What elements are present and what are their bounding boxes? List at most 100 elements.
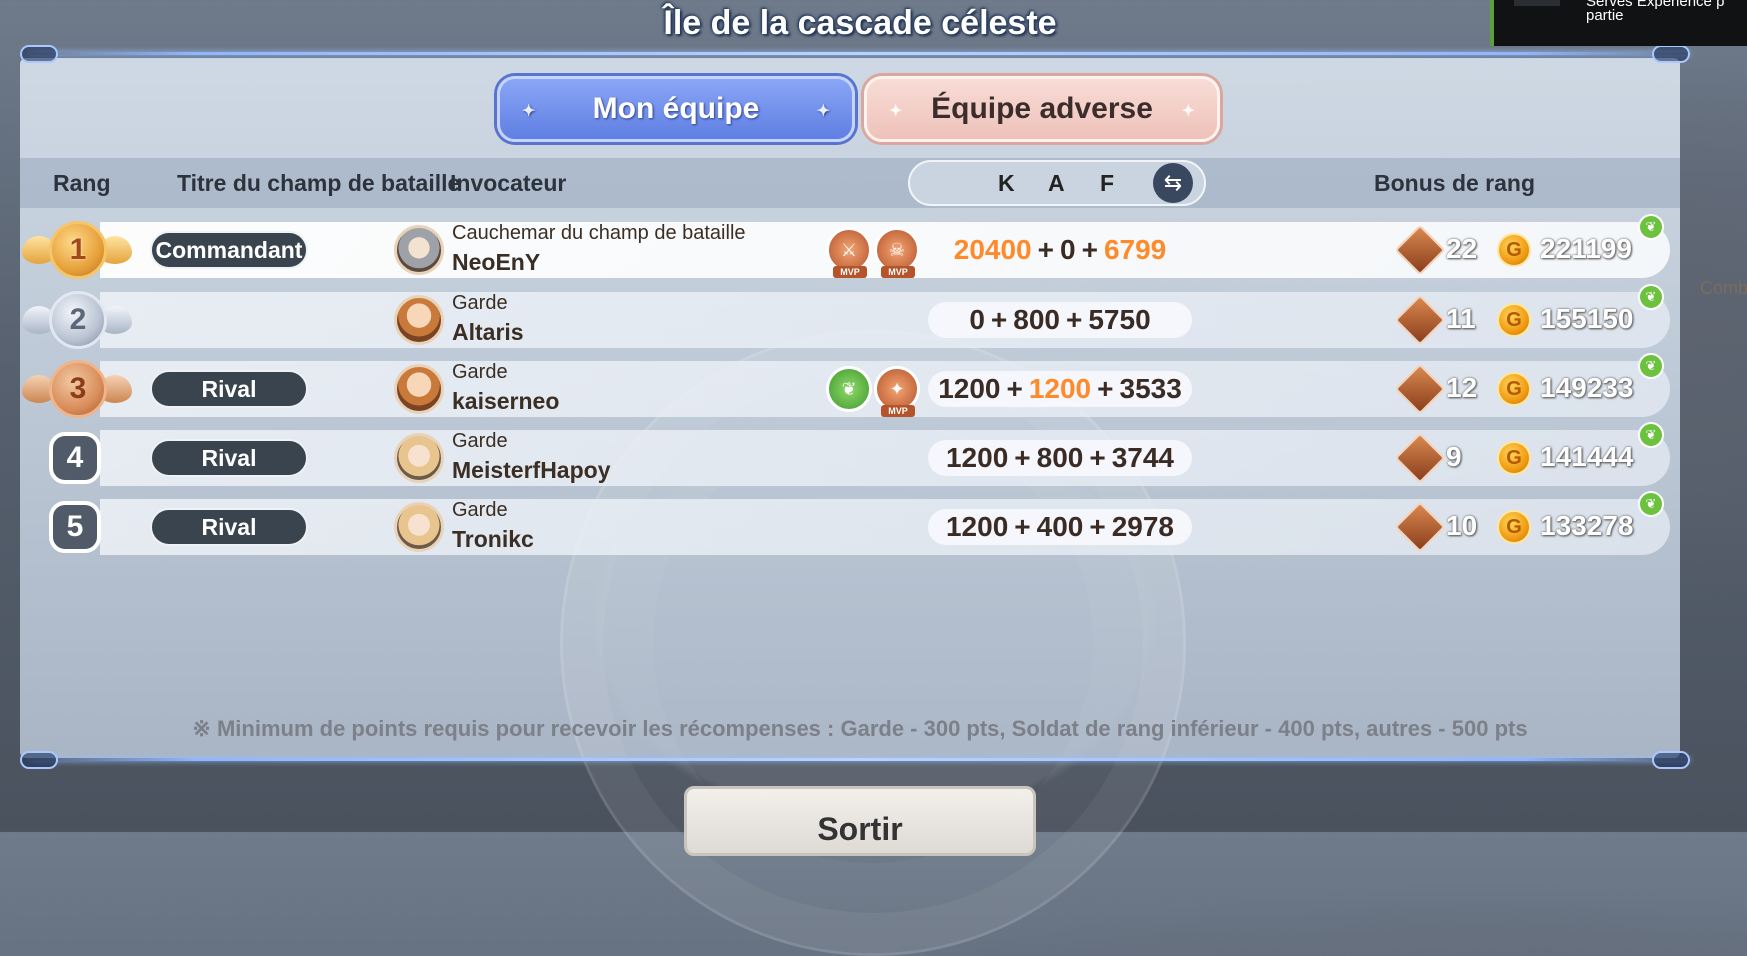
score-k: 1200 bbox=[945, 442, 1009, 473]
leaf-icon: ❦ bbox=[1638, 422, 1664, 448]
mvp-medal-icon: ⚔ MVP bbox=[826, 227, 872, 278]
rank-badge-icon: 4 bbox=[49, 432, 101, 484]
plus-sign: + bbox=[1014, 442, 1031, 473]
tab-enemy-team-label: Équipe adverse bbox=[931, 92, 1153, 125]
notification-line-2: partie bbox=[1586, 7, 1624, 24]
mvp-label: MVP bbox=[881, 266, 915, 278]
header-k: K bbox=[998, 170, 1015, 196]
leaf-icon: ❦ bbox=[1638, 284, 1664, 310]
header-f: F bbox=[1100, 170, 1115, 196]
header-rank-bonus: Bonus de rang bbox=[1374, 170, 1536, 196]
plus-sign: + bbox=[1037, 234, 1054, 265]
leaf-icon: ❦ bbox=[1638, 214, 1664, 240]
swap-icon[interactable]: ⇆ bbox=[1153, 163, 1193, 203]
mvp-label: MVP bbox=[833, 266, 867, 278]
score-k: 1200 bbox=[938, 373, 1001, 404]
rank-badge-icon: 5 bbox=[49, 501, 101, 553]
coin-count: 133278 bbox=[1540, 510, 1634, 541]
plus-sign: + bbox=[1014, 511, 1031, 542]
crystal-count: 12 bbox=[1446, 372, 1478, 403]
mvp-medal-icon: ☠ MVP bbox=[874, 227, 920, 278]
sparkle-icon: ✦ bbox=[889, 103, 903, 120]
magic-circle-decoration bbox=[560, 330, 1186, 956]
header-rank: Rang bbox=[53, 170, 111, 196]
coin-count: 221199 bbox=[1540, 233, 1632, 264]
rewards-footnote: ※ Minimum de points requis pour recevoir… bbox=[192, 716, 1528, 741]
player-name: kaiserneo bbox=[452, 388, 560, 414]
score-k: 0 bbox=[969, 304, 985, 335]
battle-title-badge: Rival bbox=[150, 508, 308, 546]
gold-coin-icon: G bbox=[1497, 372, 1531, 406]
score-k: 20400 bbox=[953, 234, 1032, 265]
page-title: Île de la cascade céleste bbox=[663, 4, 1057, 42]
leaf-icon: ❦ bbox=[1638, 491, 1664, 517]
score-a: 1200 bbox=[1028, 373, 1092, 404]
tab-my-team-label: Mon équipe bbox=[592, 92, 760, 125]
player-role: Cauchemar du champ de bataille bbox=[452, 222, 746, 244]
player-role: Garde bbox=[452, 499, 508, 521]
crystal-count: 22 bbox=[1446, 233, 1478, 264]
sparkle-icon: ✦ bbox=[1181, 103, 1195, 120]
score-kaf: 20400 +0 +6799 bbox=[928, 232, 1192, 268]
gold-coin-icon: G bbox=[1497, 233, 1531, 267]
coin-count: 149233 bbox=[1540, 372, 1634, 403]
plus-sign: + bbox=[1089, 442, 1106, 473]
score-f: 3533 bbox=[1119, 373, 1182, 404]
avatar[interactable] bbox=[394, 364, 444, 414]
score-a: 0 bbox=[1060, 234, 1076, 265]
player-role: Garde bbox=[452, 430, 508, 452]
avatar[interactable] bbox=[394, 295, 444, 345]
plus-sign: + bbox=[1081, 234, 1098, 265]
exit-button[interactable]: Sortir bbox=[684, 786, 1036, 856]
tab-enemy-team[interactable]: ✦ Équipe adverse ✦ bbox=[864, 76, 1220, 142]
score-k: 1200 bbox=[945, 511, 1009, 542]
score-kaf: 1200 +800 +3744 bbox=[928, 440, 1192, 476]
player-name: NeoEnY bbox=[452, 249, 541, 275]
rank-badge-icon: 2 bbox=[49, 291, 107, 349]
frame-ornament-icon bbox=[1652, 751, 1690, 769]
avatar[interactable] bbox=[394, 433, 444, 483]
crystal-count: 10 bbox=[1446, 510, 1478, 541]
score-f: 5750 bbox=[1088, 304, 1151, 335]
leaf-medal-icon: ❦ bbox=[826, 366, 872, 412]
frame-bottom-line bbox=[30, 758, 1690, 761]
crystal-count: 9 bbox=[1446, 441, 1462, 472]
avatar[interactable] bbox=[394, 502, 444, 552]
leaf-icon: ❦ bbox=[1638, 353, 1664, 379]
notification-toast[interactable]: Serves Experience p partie bbox=[1490, 0, 1747, 46]
tab-my-team[interactable]: ✦ Mon équipe ✦ bbox=[497, 76, 855, 142]
avatar[interactable] bbox=[394, 225, 444, 275]
score-a: 800 bbox=[1036, 442, 1084, 473]
frame-top-line bbox=[30, 52, 1690, 55]
header-a: A bbox=[1048, 170, 1065, 196]
frame-ornament-icon bbox=[1652, 45, 1690, 63]
player-role: Garde bbox=[452, 361, 508, 383]
sparkle-icon: ✦ bbox=[816, 103, 830, 120]
gold-coin-icon: G bbox=[1497, 441, 1531, 475]
player-name: Tronikc bbox=[452, 526, 534, 552]
coin-count: 155150 bbox=[1540, 303, 1634, 334]
crystal-count: 11 bbox=[1446, 303, 1476, 334]
score-kaf: 0 +800 +5750 bbox=[928, 302, 1192, 338]
side-label: Comb bbox=[1700, 278, 1747, 298]
coin-count: 141444 bbox=[1540, 441, 1634, 472]
plus-sign: + bbox=[1089, 511, 1106, 542]
score-a: 800 bbox=[1013, 304, 1060, 335]
score-f: 6799 bbox=[1103, 234, 1167, 265]
score-f: 3744 bbox=[1111, 442, 1175, 473]
score-f: 2978 bbox=[1111, 511, 1175, 542]
plus-sign: + bbox=[990, 304, 1008, 335]
battle-title-badge: Rival bbox=[150, 370, 308, 408]
battle-title-badge: Rival bbox=[150, 439, 308, 477]
player-name: Altaris bbox=[452, 319, 524, 345]
score-a: 400 bbox=[1036, 511, 1084, 542]
sparkle-icon: ✦ bbox=[522, 103, 536, 120]
score-kaf: 1200 +1200 +3533 bbox=[928, 371, 1192, 407]
header-summoner: Invocateur bbox=[450, 170, 567, 196]
header-battle-title: Titre du champ de bataille bbox=[177, 170, 461, 196]
gold-coin-icon: G bbox=[1497, 303, 1531, 337]
rank-badge-icon: 3 bbox=[49, 360, 107, 418]
frame-ornament-icon bbox=[20, 751, 58, 769]
plus-sign: + bbox=[1066, 304, 1083, 335]
notification-thumbnail bbox=[1514, 0, 1560, 6]
